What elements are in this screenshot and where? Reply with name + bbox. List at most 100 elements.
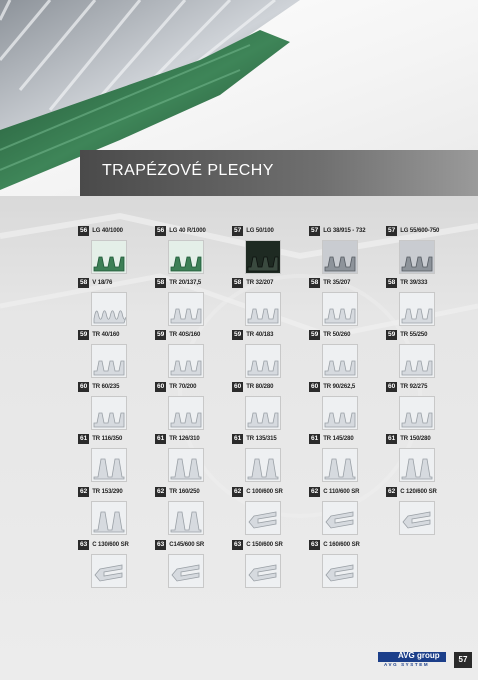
product-thumbnail[interactable] <box>91 554 127 588</box>
product-item[interactable]: 58 V 18/76 <box>78 278 148 336</box>
product-thumbnail[interactable] <box>322 396 358 430</box>
product-item[interactable]: 57 LG 55/600-750 <box>386 226 456 284</box>
product-item[interactable]: 61 TR 126/310 <box>155 434 225 492</box>
product-item[interactable]: 62 TR 153/290 <box>78 487 148 545</box>
product-thumbnail[interactable] <box>399 240 435 274</box>
product-item[interactable]: 56 LG 40 R/1000 <box>155 226 225 284</box>
wave-sheet-icon <box>92 293 126 325</box>
product-item[interactable]: 60 TR 90/262,5 <box>309 382 379 440</box>
product-thumbnail[interactable] <box>322 292 358 326</box>
product-thumbnail[interactable] <box>399 292 435 326</box>
product-thumbnail[interactable] <box>91 501 127 535</box>
product-thumbnail[interactable] <box>245 554 281 588</box>
product-thumbnail[interactable] <box>245 292 281 326</box>
page-ref-badge: 59 <box>232 330 244 340</box>
product-thumbnail[interactable] <box>91 240 127 274</box>
product-thumbnail[interactable] <box>91 344 127 378</box>
trapezoid-sheet-icon <box>400 345 434 377</box>
product-thumbnail[interactable] <box>168 344 204 378</box>
trapezoid-sheet-icon <box>246 345 280 377</box>
product-name: TR 50/260 <box>323 332 351 338</box>
product-item[interactable]: 57 LG 38/915 - 732 <box>309 226 379 284</box>
product-thumbnail[interactable] <box>91 448 127 482</box>
product-item[interactable]: 60 TR 60/235 <box>78 382 148 440</box>
product-item[interactable]: 62 C 110/600 SR <box>309 487 379 545</box>
page-number: 57 <box>454 652 472 668</box>
product-name: TR 40S/160 <box>169 332 201 338</box>
page-ref-badge: 61 <box>78 434 90 444</box>
product-thumbnail[interactable] <box>245 448 281 482</box>
product-thumbnail[interactable] <box>322 448 358 482</box>
product-thumbnail[interactable] <box>399 501 435 535</box>
product-thumbnail[interactable] <box>168 240 204 274</box>
product-item[interactable]: 63 C 150/600 SR <box>232 540 302 598</box>
product-thumbnail[interactable] <box>91 396 127 430</box>
product-item[interactable]: 62 C 100/600 SR <box>232 487 302 545</box>
product-caption: 58 TR 32/207 <box>232 278 310 290</box>
product-thumbnail[interactable] <box>168 501 204 535</box>
product-item[interactable]: 62 C 120/600 SR <box>386 487 456 545</box>
product-thumbnail[interactable] <box>322 501 358 535</box>
product-item[interactable]: 59 TR 40S/160 <box>155 330 225 388</box>
product-caption: 58 V 18/76 <box>78 278 156 290</box>
product-item[interactable]: 63 C 130/600 SR <box>78 540 148 598</box>
product-name: TR 160/250 <box>169 489 200 495</box>
product-item[interactable]: 63 C 160/600 SR <box>309 540 379 598</box>
product-caption: 61 TR 126/310 <box>155 434 233 446</box>
product-thumbnail[interactable] <box>399 344 435 378</box>
product-thumbnail[interactable] <box>245 240 281 274</box>
product-thumbnail[interactable] <box>322 240 358 274</box>
page-ref-badge: 61 <box>232 434 244 444</box>
product-caption: 63 C145/600 SR <box>155 540 233 552</box>
product-item[interactable]: 62 TR 160/250 <box>155 487 225 545</box>
page-ref-badge: 63 <box>232 540 244 550</box>
product-thumbnail[interactable] <box>245 501 281 535</box>
catalog-page: TRAPÉZOVÉ PLECHY 56 LG 40/1000 56 LG 40 R/1… <box>0 0 478 680</box>
product-name: C145/600 SR <box>169 542 205 548</box>
product-name: TR 20/137,5 <box>169 280 202 286</box>
product-item[interactable]: 61 TR 116/350 <box>78 434 148 492</box>
product-item[interactable]: 56 LG 40/1000 <box>78 226 148 284</box>
product-item[interactable]: 61 TR 145/280 <box>309 434 379 492</box>
product-item[interactable]: 60 TR 80/280 <box>232 382 302 440</box>
product-item[interactable]: 59 TR 50/260 <box>309 330 379 388</box>
product-item[interactable]: 59 TR 40/183 <box>232 330 302 388</box>
product-item[interactable]: 60 TR 70/200 <box>155 382 225 440</box>
product-item[interactable]: 61 TR 135/315 <box>232 434 302 492</box>
product-thumbnail[interactable] <box>399 396 435 430</box>
product-item[interactable]: 63 C145/600 SR <box>155 540 225 598</box>
trapezoid-sheet-icon <box>323 293 357 325</box>
product-thumbnail[interactable] <box>245 344 281 378</box>
product-caption: 59 TR 40/160 <box>78 330 156 342</box>
product-item[interactable]: 57 LG 50/100 <box>232 226 302 284</box>
product-item[interactable]: 58 TR 20/137,5 <box>155 278 225 336</box>
product-thumbnail[interactable] <box>322 554 358 588</box>
product-name: TR 126/310 <box>169 436 200 442</box>
product-item[interactable]: 58 TR 32/207 <box>232 278 302 336</box>
product-thumbnail[interactable] <box>91 292 127 326</box>
product-item[interactable]: 59 TR 55/250 <box>386 330 456 388</box>
product-item[interactable]: 61 TR 150/280 <box>386 434 456 492</box>
product-thumbnail[interactable] <box>322 344 358 378</box>
product-item[interactable]: 58 TR 35/207 <box>309 278 379 336</box>
product-caption: 58 TR 20/137,5 <box>155 278 233 290</box>
product-grid: 56 LG 40/1000 56 LG 40 R/1000 57 LG 50/100 57 L… <box>0 196 478 596</box>
grey-trapezoid-sheet-icon <box>400 241 434 273</box>
product-thumbnail[interactable] <box>168 292 204 326</box>
product-thumbnail[interactable] <box>168 554 204 588</box>
grey-trapezoid-sheet-icon <box>323 241 357 273</box>
product-thumbnail[interactable] <box>399 448 435 482</box>
product-thumbnail[interactable] <box>168 448 204 482</box>
product-thumbnail[interactable] <box>245 396 281 430</box>
product-name: TR 40/160 <box>92 332 120 338</box>
page-title: TRAPÉZOVÉ PLECHY <box>102 162 274 179</box>
product-item[interactable]: 58 TR 39/333 <box>386 278 456 336</box>
product-thumbnail[interactable] <box>168 396 204 430</box>
product-caption: 63 C 150/600 SR <box>232 540 310 552</box>
page-ref-badge: 59 <box>78 330 90 340</box>
product-caption: 60 TR 92/275 <box>386 382 464 394</box>
page-ref-badge: 58 <box>309 278 321 288</box>
product-item[interactable]: 60 TR 92/275 <box>386 382 456 440</box>
product-item[interactable]: 59 TR 40/160 <box>78 330 148 388</box>
product-caption: 62 C 120/600 SR <box>386 487 464 499</box>
